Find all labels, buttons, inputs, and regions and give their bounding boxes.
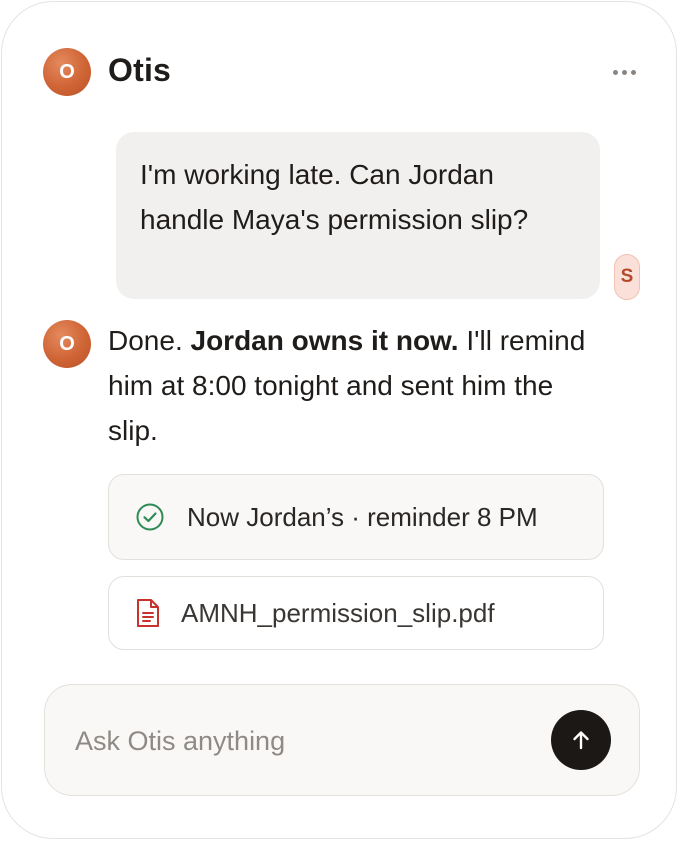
attachment-filename: AMNH_permission_slip.pdf <box>181 597 495 628</box>
more-horizontal-icon <box>612 69 618 75</box>
user-message-bubble: I'm working late. Can Jordan handle Maya… <box>116 132 600 299</box>
assistant-avatar: O <box>43 48 91 96</box>
more-horizontal-icon-dot <box>621 69 627 75</box>
assistant-message-bold: Jordan owns it now. <box>190 325 459 356</box>
ownership-status-text: Now Jordan’s · reminder 8 PM <box>187 501 538 532</box>
user-message-text: I'm working late. Can Jordan handle Maya… <box>140 159 529 235</box>
assistant-reply-avatar: O <box>43 320 91 368</box>
pdf-attachment[interactable]: AMNH_permission_slip.pdf <box>108 576 604 650</box>
more-options-button[interactable] <box>606 60 642 84</box>
assistant-message-lead: Done. <box>108 325 183 356</box>
arrow-up-icon <box>573 731 589 750</box>
user-avatar-letter: S <box>620 266 634 287</box>
send-button[interactable] <box>551 710 611 770</box>
chat-panel: O Otis I'm working late. Can Jordan hand… <box>1 1 677 839</box>
assistant-message: Done. Jordan owns it now. I'll remind hi… <box>108 318 588 453</box>
ownership-status-card: Now Jordan’s · reminder 8 PM <box>108 474 604 560</box>
pdf-file-icon <box>137 599 159 627</box>
more-horizontal-icon-dot <box>630 69 636 75</box>
check-circle-icon <box>136 503 164 531</box>
assistant-name-title: Otis <box>108 52 172 88</box>
user-avatar: S <box>614 254 640 300</box>
message-composer <box>44 684 640 796</box>
assistant-reply-avatar-letter: O <box>59 333 75 355</box>
assistant-avatar-letter: O <box>59 61 75 83</box>
message-input[interactable] <box>75 713 515 769</box>
